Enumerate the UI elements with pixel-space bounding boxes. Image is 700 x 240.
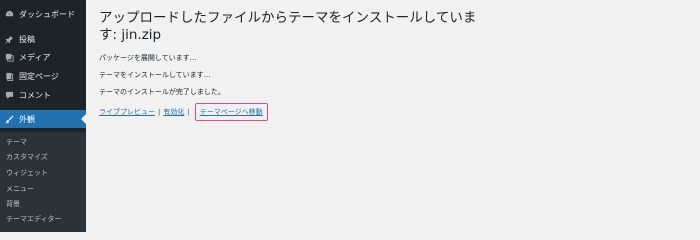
sidebar-item-label: 外観 xyxy=(19,114,35,124)
sidebar-item-appearance[interactable]: 外観 xyxy=(0,110,86,128)
sidebar-item-comments[interactable]: コメント xyxy=(0,86,86,104)
appearance-submenu: テーマ カスタマイズ ウィジェット メニュー 背景 テーマエディター xyxy=(0,132,86,232)
link-separator: | xyxy=(158,108,161,116)
sidebar-item-label: 投稿 xyxy=(19,34,35,44)
brush-icon xyxy=(4,114,14,124)
submenu-item-background[interactable]: 背景 xyxy=(6,199,20,209)
activate-link[interactable]: 有効化 xyxy=(163,107,184,117)
go-to-themes-link[interactable]: テーマページへ移動 xyxy=(200,108,263,116)
sidebar-item-posts[interactable]: 投稿 xyxy=(0,30,86,48)
sidebar-item-media[interactable]: メディア xyxy=(0,48,86,66)
status-message-installing: テーマをインストールしています… xyxy=(99,71,211,79)
sidebar-item-dashboard[interactable]: ダッシュボード xyxy=(0,5,86,23)
sidebar-item-label: メディア xyxy=(19,52,51,62)
sidebar-item-pages[interactable]: 固定ページ xyxy=(0,67,86,85)
main-content: アップロードしたファイルからテーマをインストールしています: jin.zip パ… xyxy=(86,0,700,232)
status-message-complete: テーマのインストールが完了しました。 xyxy=(99,88,225,96)
submenu-item-widgets[interactable]: ウィジェット xyxy=(6,168,48,178)
admin-sidebar: ダッシュボード 投稿 メディア 固定ページ コメント 外観 テーマ カスタマイズ xyxy=(0,0,86,232)
sidebar-item-label: 固定ページ xyxy=(19,71,59,81)
media-icon xyxy=(4,52,14,62)
sidebar-item-label: ダッシュボード xyxy=(19,9,75,19)
submenu-item-customize[interactable]: カスタマイズ xyxy=(6,152,48,162)
highlight-box: テーマページへ移動 xyxy=(194,103,268,121)
pin-icon xyxy=(4,34,14,44)
link-separator: | xyxy=(187,108,190,116)
comment-icon xyxy=(4,90,14,100)
submenu-item-themes[interactable]: テーマ xyxy=(6,137,27,147)
status-message-unpacking: パッケージを展開しています… xyxy=(99,54,197,62)
page-title: アップロードしたファイルからテーマをインストールしています: jin.zip xyxy=(99,10,477,43)
live-preview-link[interactable]: ライブプレビュー xyxy=(99,107,155,117)
submenu-item-menus[interactable]: メニュー xyxy=(6,184,34,194)
page-icon xyxy=(4,71,14,81)
action-links: ライブプレビュー | 有効化 | テーマページへ移動 xyxy=(99,103,268,121)
dashboard-icon xyxy=(4,9,14,19)
submenu-item-theme-editor[interactable]: テーマエディター xyxy=(6,214,62,224)
sidebar-item-label: コメント xyxy=(19,90,51,100)
